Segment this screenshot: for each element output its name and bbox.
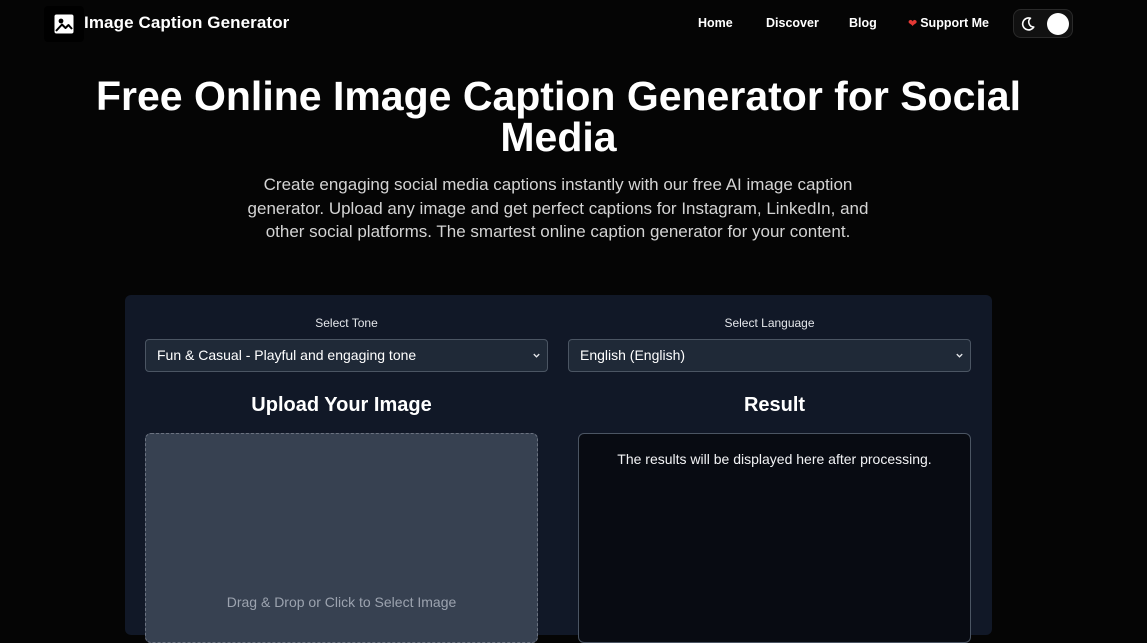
tone-select-value: Fun & Casual - Playful and engaging tone xyxy=(157,347,417,363)
language-label: Select Language xyxy=(724,316,815,330)
result-box: The results will be displayed here after… xyxy=(578,433,971,643)
upload-title: Upload Your Image xyxy=(251,394,432,416)
chevron-down-icon xyxy=(956,353,963,358)
nav-support-me[interactable]: ❤ Support Me xyxy=(908,16,989,30)
image-dropzone[interactable]: Drag & Drop or Click to Select Image xyxy=(145,433,538,643)
dropzone-text: Drag & Drop or Click to Select Image xyxy=(226,594,457,610)
result-placeholder: The results will be displayed here after… xyxy=(617,451,932,467)
page-title: Free Online Image Caption Generator for … xyxy=(96,73,1021,160)
language-select-value: English (English) xyxy=(580,347,686,363)
nav-home[interactable]: Home xyxy=(698,16,733,30)
tone-select[interactable]: Fun & Casual - Playful and engaging tone xyxy=(145,339,548,372)
tone-label: Select Tone xyxy=(315,316,378,330)
theme-toggle[interactable] xyxy=(1013,9,1073,38)
toggle-knob xyxy=(1047,13,1069,35)
chevron-down-icon xyxy=(533,353,540,358)
nav-discover[interactable]: Discover xyxy=(766,16,819,30)
logo[interactable] xyxy=(44,6,84,42)
image-icon xyxy=(54,14,74,34)
nav-support-label: Support Me xyxy=(920,16,989,30)
caption-generator-card: Select Tone Fun & Casual - Playful and e… xyxy=(125,295,992,643)
result-title: Result xyxy=(743,394,806,416)
language-select[interactable]: English (English) xyxy=(568,339,971,372)
moon-icon xyxy=(1021,17,1035,31)
heart-icon: ❤ xyxy=(908,17,918,30)
site-header: Image Caption Generator Home Discover Bl… xyxy=(0,0,1147,48)
brand-name[interactable]: Image Caption Generator xyxy=(84,13,289,33)
nav-blog[interactable]: Blog xyxy=(849,16,877,30)
page-subtitle: Create engaging social media captions in… xyxy=(247,175,869,241)
